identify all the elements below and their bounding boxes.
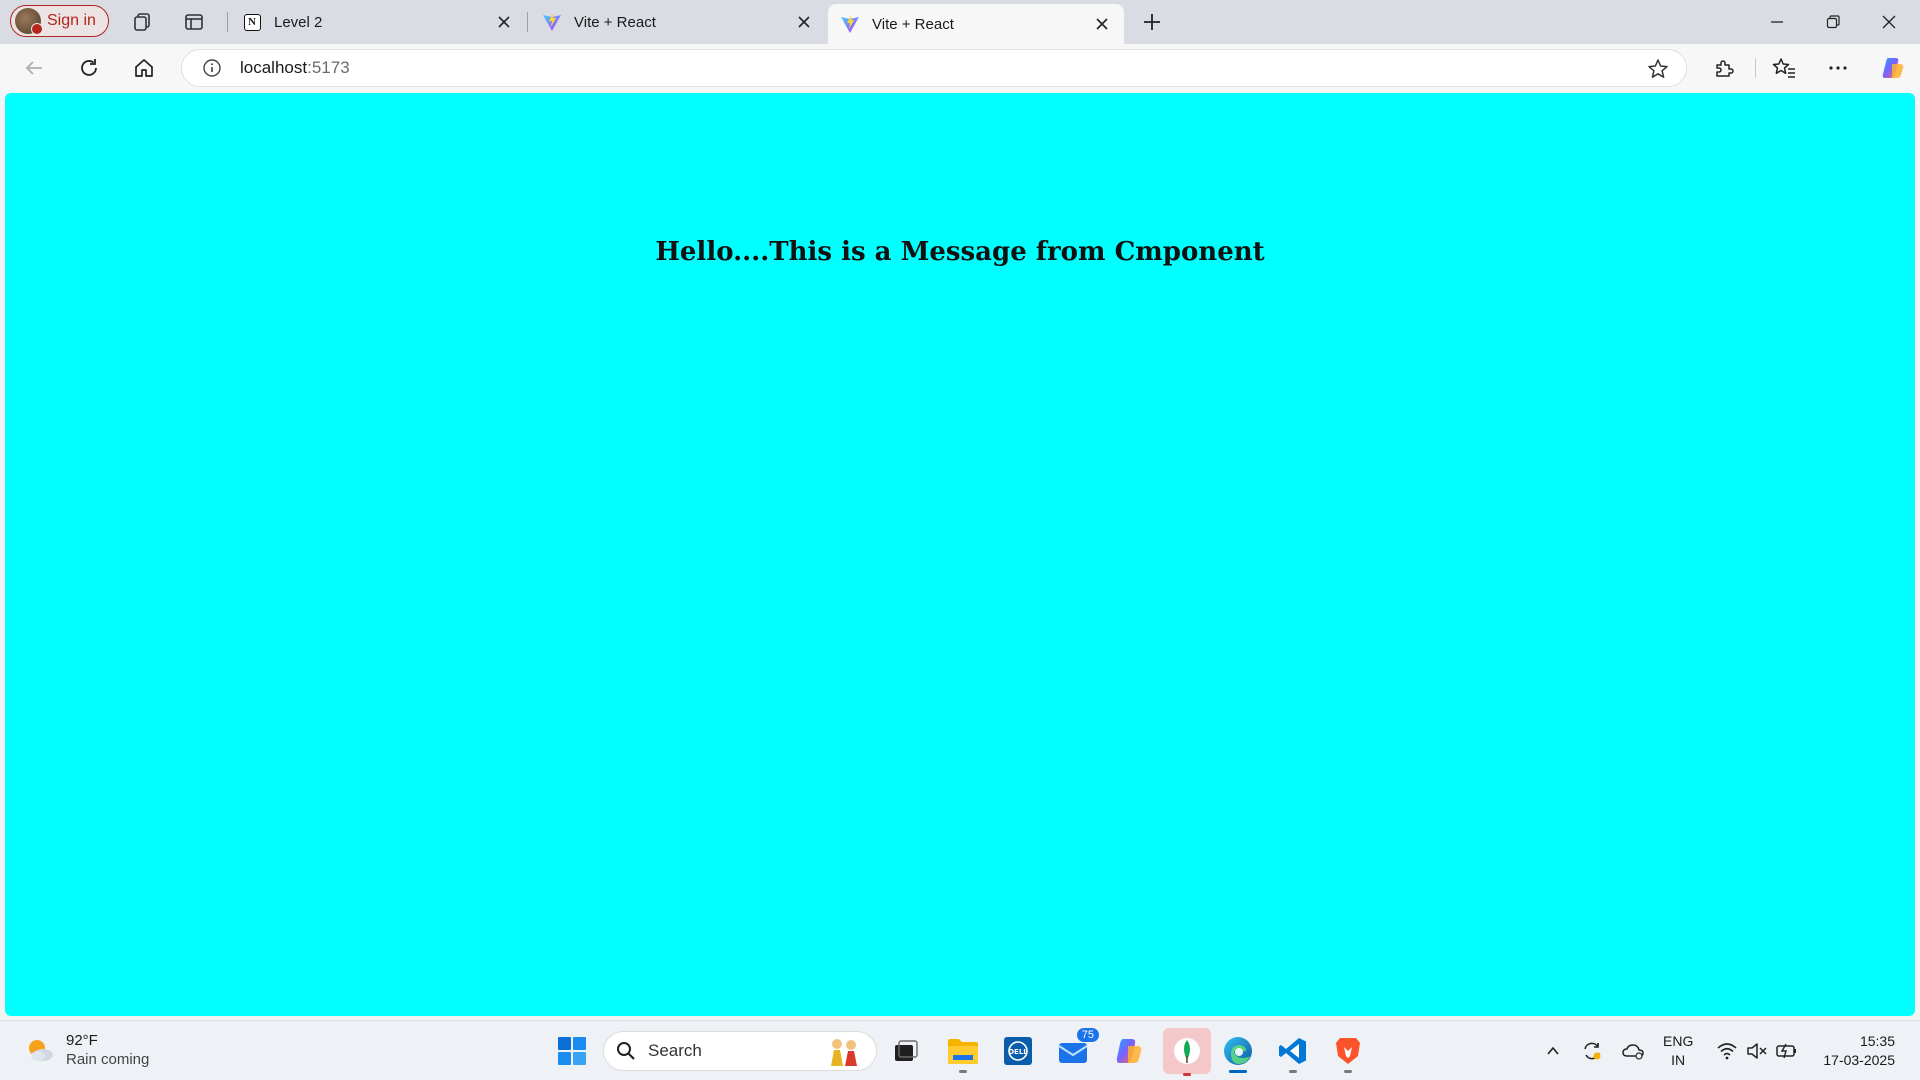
region-code: IN <box>1671 1052 1686 1068</box>
extensions-button[interactable] <box>1706 50 1742 86</box>
tab-level-2[interactable]: N Level 2 <box>230 0 526 44</box>
tab-title: Vite + React <box>872 15 954 33</box>
close-icon[interactable] <box>794 12 814 32</box>
weather-widget[interactable]: 92°F Rain coming <box>24 1031 149 1069</box>
search-highlight-icon <box>831 1039 857 1066</box>
more-menu-button[interactable] <box>1820 50 1856 86</box>
input-language-indicator[interactable]: ENG IN <box>1663 1032 1693 1070</box>
vscode-icon <box>1279 1038 1306 1064</box>
mail-button[interactable]: 75 <box>1054 1027 1100 1071</box>
profile-button[interactable]: Sign in <box>10 5 109 37</box>
workspaces-icon[interactable] <box>128 8 156 36</box>
tab-vite-react[interactable]: Vite + React <box>530 0 826 44</box>
copilot-icon <box>1116 1039 1142 1063</box>
show-hidden-icons-chevron-icon[interactable] <box>1541 1039 1565 1063</box>
vite-icon <box>542 12 562 32</box>
brave-lion-icon <box>1336 1038 1360 1064</box>
close-window-button[interactable] <box>1861 0 1917 44</box>
taskbar: 92°F Rain coming Search DELL 75 ENG IN 1… <box>0 1020 1920 1080</box>
url-text: localhost:5173 <box>240 58 350 78</box>
tab-title: Level 2 <box>274 13 323 31</box>
address-bar[interactable]: localhost:5173 <box>181 49 1687 87</box>
tab-separator <box>227 12 228 32</box>
battery-charging-icon[interactable] <box>1775 1039 1799 1063</box>
weather-condition: Rain coming <box>66 1051 150 1068</box>
copilot-icon <box>1882 58 1904 78</box>
home-icon <box>135 59 153 77</box>
close-icon[interactable] <box>494 12 514 32</box>
folder-icon <box>948 1039 978 1064</box>
dell-icon: DELL <box>1004 1037 1032 1065</box>
favorite-star-icon[interactable] <box>1646 57 1670 81</box>
tab-vite-react-active[interactable]: Vite + React <box>828 4 1124 44</box>
vite-icon <box>840 14 860 34</box>
running-indicator <box>1289 1070 1297 1073</box>
back-arrow-icon <box>25 61 42 75</box>
refresh-icon <box>81 59 97 76</box>
ellipsis-icon <box>1829 66 1847 70</box>
running-indicator <box>1344 1070 1352 1073</box>
restore-button[interactable] <box>1805 0 1861 44</box>
favorites-icon <box>1772 58 1795 78</box>
onedrive-icon[interactable] <box>1621 1039 1645 1063</box>
active-indicator <box>1229 1070 1247 1073</box>
back-button[interactable] <box>16 50 52 86</box>
url-port: :5173 <box>307 58 350 77</box>
notion-icon: N <box>242 12 262 32</box>
home-button[interactable] <box>126 50 162 86</box>
vertical-tabs-icon[interactable] <box>180 8 208 36</box>
new-tab-button[interactable] <box>1138 8 1166 36</box>
dell-app-button[interactable]: DELL <box>998 1031 1038 1071</box>
brave-browser-button[interactable] <box>1328 1031 1368 1073</box>
mongodb-leaf-icon <box>1174 1038 1200 1064</box>
edge-browser-button[interactable] <box>1218 1031 1258 1073</box>
mongodb-compass-button[interactable] <box>1163 1028 1211 1076</box>
system-clock[interactable]: 15:35 17-03-2025 <box>1815 1032 1895 1070</box>
close-icon <box>1882 15 1896 29</box>
windows-icon <box>558 1037 586 1065</box>
mail-badge: 75 <box>1075 1027 1100 1043</box>
weather-icon <box>24 1034 56 1066</box>
volume-muted-icon[interactable] <box>1745 1039 1769 1063</box>
restore-icon <box>1826 15 1840 29</box>
task-view-icon <box>895 1040 918 1061</box>
vscode-button[interactable] <box>1273 1031 1313 1073</box>
tab-strip: Sign in N Level 2 Vite + React Vite + Re… <box>0 0 1920 44</box>
component-message: Hello....This is a Message from Cmponent <box>655 237 1265 267</box>
refresh-button[interactable] <box>71 50 107 86</box>
svg-text:DELL: DELL <box>1008 1048 1028 1056</box>
task-view-button[interactable] <box>886 1031 926 1071</box>
sync-icon[interactable] <box>1580 1039 1604 1063</box>
puzzle-icon <box>1716 60 1734 77</box>
wifi-icon[interactable] <box>1715 1039 1739 1063</box>
copilot-app-button[interactable] <box>1109 1031 1149 1071</box>
info-icon[interactable] <box>200 56 224 80</box>
copilot-button[interactable] <box>1875 50 1911 86</box>
toolbar-divider <box>1755 58 1756 78</box>
browser-toolbar: localhost:5173 <box>0 44 1920 92</box>
running-indicator <box>959 1070 967 1073</box>
edge-icon <box>1224 1037 1252 1065</box>
tab-separator <box>527 12 528 32</box>
start-button[interactable] <box>552 1031 592 1071</box>
running-indicator <box>1183 1073 1191 1076</box>
profile-label: Sign in <box>47 12 96 29</box>
tab-title: Vite + React <box>574 13 656 31</box>
minimize-icon <box>1771 21 1783 23</box>
file-explorer-button[interactable] <box>943 1031 983 1073</box>
url-host: localhost <box>240 58 308 77</box>
close-icon[interactable] <box>1092 14 1112 34</box>
plus-icon <box>1144 14 1160 30</box>
avatar <box>15 8 43 35</box>
page-viewport: Hello....This is a Message from Cmponent <box>5 93 1915 1016</box>
weather-temp: 92°F <box>66 1032 98 1049</box>
search-label: Search <box>648 1041 702 1060</box>
language-code: ENG <box>1663 1033 1694 1049</box>
search-icon <box>617 1042 635 1060</box>
clock-date: 17-03-2025 <box>1823 1052 1895 1068</box>
taskbar-search[interactable]: Search <box>603 1031 877 1071</box>
minimize-button[interactable] <box>1749 0 1805 44</box>
clock-time: 15:35 <box>1859 1033 1895 1049</box>
favorites-button[interactable] <box>1766 50 1802 86</box>
